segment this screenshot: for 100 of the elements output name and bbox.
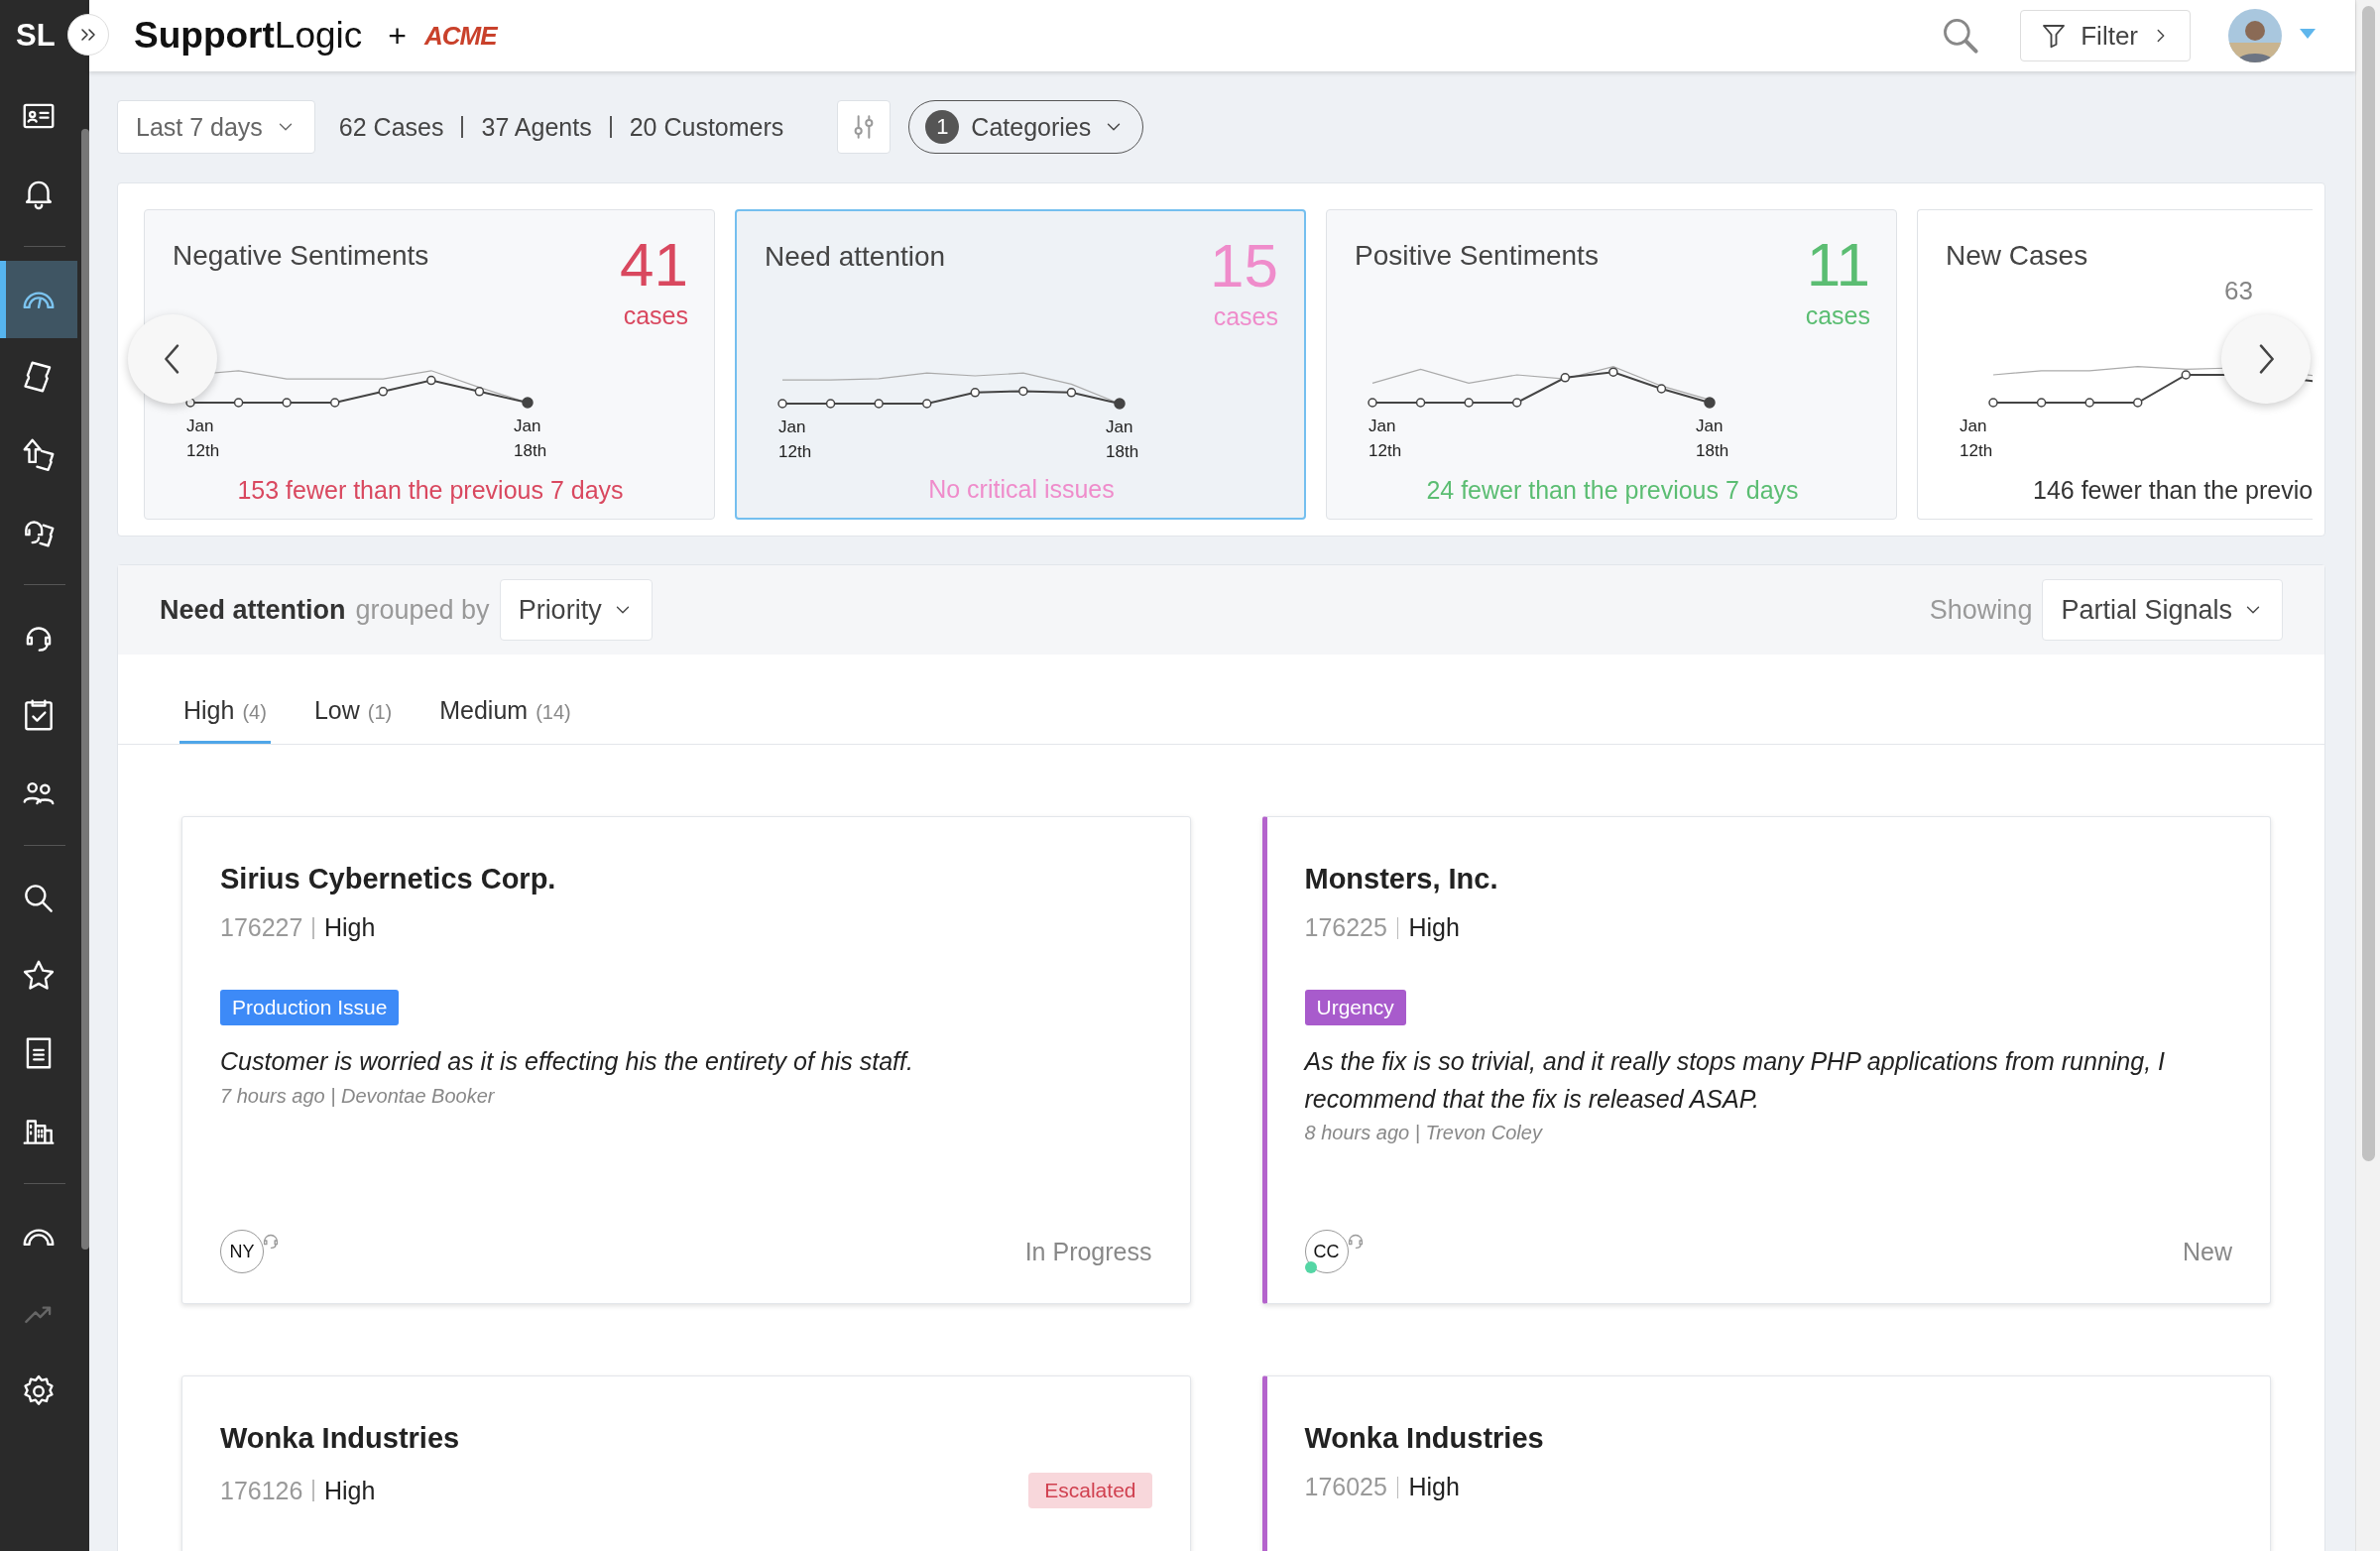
section-title: Need attention bbox=[160, 594, 346, 626]
signal-tag: Production Issue bbox=[220, 990, 400, 1025]
case-id: 176025 bbox=[1304, 1473, 1387, 1501]
comparison-text: 24 fewer than the previous 7 days bbox=[1425, 476, 1800, 505]
comparison-text: No critical issues bbox=[927, 475, 1116, 504]
axis-label: Jan 12th bbox=[778, 417, 813, 463]
summary-count: 20 Customers bbox=[629, 112, 784, 142]
data-point bbox=[282, 398, 292, 408]
company-name: Sirius Cybernetics Corp. bbox=[220, 863, 557, 895]
case-count: 11 bbox=[1806, 234, 1870, 296]
data-point bbox=[329, 398, 340, 408]
data-point bbox=[2084, 398, 2094, 408]
scrollbar[interactable] bbox=[2362, 6, 2375, 1161]
company-name: Monsters, Inc. bbox=[1304, 863, 1499, 895]
comparison-text: 146 fewer than the previo bbox=[2032, 476, 2313, 505]
data-point bbox=[1608, 367, 1618, 377]
showing-label: Showing bbox=[1929, 594, 2033, 626]
signals-dropdown[interactable]: Partial Signals bbox=[2042, 579, 2283, 641]
case-card[interactable]: Monsters, Inc. 176225 High Urgency As the fix is so trivial, and it really stops many PHP applications from running, I recommend that the fix is released ASAP. 8 hours ago | Trevon Coley CC New bbox=[1261, 816, 2271, 1304]
priority-label: High bbox=[1408, 913, 1460, 942]
user-avatar[interactable] bbox=[2228, 9, 2282, 62]
company-name: Wonka Industries bbox=[1304, 1422, 1545, 1455]
case-count: 41 bbox=[620, 234, 688, 296]
axis-label: Jan 18th bbox=[514, 416, 548, 462]
filter-button[interactable]: Filter bbox=[2020, 10, 2191, 61]
card-title: New Cases bbox=[1946, 240, 2088, 272]
case-count: 15 bbox=[1210, 235, 1278, 297]
data-point bbox=[1560, 373, 1571, 383]
axis-label: Jan 18th bbox=[1696, 416, 1730, 462]
summary-count: 37 Agents bbox=[481, 112, 592, 142]
data-point bbox=[970, 388, 981, 398]
priority-label: High bbox=[1408, 1473, 1460, 1501]
data-point bbox=[2181, 370, 2192, 380]
case-card[interactable]: Sirius Cybernetics Corp. 176227 High Production Issue Customer is worried as it is effecting his the entirety of his staff. 7 hours ago | Devontae Booker NY In Progress bbox=[181, 816, 1191, 1304]
plus-sign: + bbox=[388, 17, 407, 55]
axis-label: Jan 12th bbox=[186, 416, 221, 462]
brand-logo: SupportLogic bbox=[134, 15, 363, 57]
count-unit: cases bbox=[623, 303, 688, 328]
case-meta: 7 hours ago | Devontae Booker bbox=[220, 1084, 496, 1108]
priority-label: High bbox=[323, 913, 376, 942]
case-message: As the fix is so trivial, and it really stops many PHP applications from running, I recommend that the fix is released ASAP. bbox=[1304, 1046, 2166, 1115]
data-point bbox=[1018, 386, 1028, 397]
case-meta: 8 hours ago | Trevon Coley bbox=[1304, 1122, 1544, 1144]
partner-logo: ACME bbox=[423, 20, 497, 52]
data-point bbox=[777, 399, 787, 409]
case-status: New bbox=[2183, 1237, 2232, 1266]
data-point bbox=[825, 399, 836, 409]
data-point bbox=[1066, 388, 1077, 398]
stat-card[interactable]: Negative Sentiments 41 cases Jan 12th Jan 18th 153 fewer than the previous 7 days bbox=[144, 209, 715, 520]
case-status: In Progress bbox=[1024, 1237, 1152, 1266]
data-point bbox=[1704, 397, 1716, 409]
data-point bbox=[1368, 398, 1377, 408]
stat-card[interactable]: Need attention 15 cases Jan 12th Jan 18th No critical issues bbox=[735, 209, 1306, 520]
stat-card[interactable]: New Cases 63 Jan 12th 146 fewer than the previo bbox=[1917, 209, 2313, 520]
data-point bbox=[1114, 398, 1126, 410]
count-unit: cases bbox=[1213, 304, 1278, 329]
data-point bbox=[2036, 398, 2047, 408]
data-point bbox=[1988, 398, 1998, 408]
data-point bbox=[2132, 398, 2143, 408]
assignee-avatar: CC bbox=[1304, 1230, 1349, 1273]
data-point bbox=[474, 387, 485, 397]
case-id: 176227 bbox=[220, 913, 303, 942]
data-point bbox=[426, 375, 436, 386]
data-point bbox=[1656, 384, 1667, 394]
data-point bbox=[874, 399, 884, 409]
data-point bbox=[921, 399, 932, 409]
summary-count: 62 Cases bbox=[338, 112, 444, 142]
data-point bbox=[1511, 398, 1522, 408]
assignee-avatar: NY bbox=[220, 1230, 264, 1273]
case-card[interactable]: Wonka Industries 176126 High Escalated bbox=[181, 1375, 1191, 1551]
data-point bbox=[1415, 398, 1426, 408]
case-message: Customer is worried as it is effecting his the entirety of his staff. bbox=[220, 1046, 914, 1077]
case-card[interactable]: Wonka Industries 176025 High bbox=[1261, 1375, 2271, 1551]
card-title: Need attention bbox=[765, 241, 946, 273]
group-by-dropdown[interactable]: Priority bbox=[499, 579, 653, 641]
signal-tag: Urgency bbox=[1304, 990, 1406, 1025]
axis-label: Jan 18th bbox=[1106, 417, 1140, 463]
card-title: Negative Sentiments bbox=[173, 240, 429, 272]
data-point bbox=[378, 387, 389, 397]
company-name: Wonka Industries bbox=[220, 1422, 461, 1455]
stat-card[interactable]: Positive Sentiments 11 cases Jan 12th Jan 18th 24 fewer than the previous 7 days bbox=[1326, 209, 1897, 520]
priority-tab[interactable]: High (4) bbox=[179, 696, 271, 744]
priority-tab[interactable]: Medium (14) bbox=[435, 696, 575, 744]
case-id: 176225 bbox=[1304, 913, 1387, 942]
case-count: 63 bbox=[2224, 278, 2253, 303]
data-point bbox=[1464, 398, 1474, 408]
date-range-dropdown[interactable]: Last 7 days bbox=[117, 100, 315, 154]
priority-label: High bbox=[323, 1476, 376, 1505]
axis-label: Jan 12th bbox=[1368, 416, 1403, 462]
card-title: Positive Sentiments bbox=[1355, 240, 1599, 272]
axis-label: Jan 12th bbox=[1960, 416, 1994, 462]
status-badge: Escalated bbox=[1028, 1473, 1152, 1508]
scrollbar[interactable] bbox=[81, 129, 89, 1250]
priority-tab[interactable]: Low (1) bbox=[309, 696, 397, 744]
settings-button[interactable] bbox=[837, 100, 892, 154]
data-point bbox=[233, 398, 244, 408]
comparison-text: 153 fewer than the previous 7 days bbox=[236, 476, 625, 505]
grouped-by-label: grouped by bbox=[355, 594, 490, 626]
app-logo: SL bbox=[16, 18, 56, 54]
case-id: 176126 bbox=[220, 1476, 303, 1505]
